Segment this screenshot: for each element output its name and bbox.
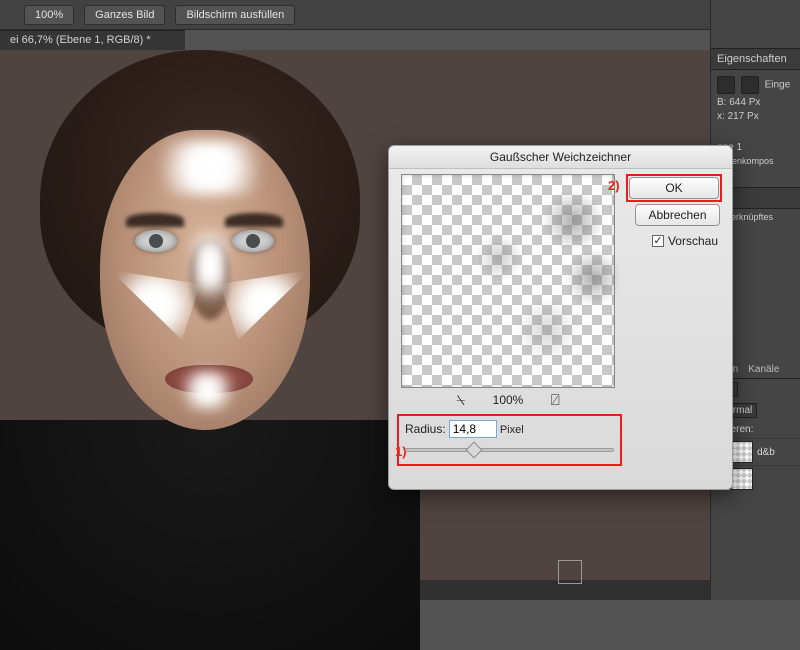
options-bar: 100% Ganzes Bild Bildschirm ausfüllen — [0, 0, 800, 30]
radius-label: Radius: — [405, 422, 446, 436]
x-value: 217 Px — [728, 111, 759, 122]
crop-overlay-icon — [558, 560, 582, 584]
x-label: x: — [717, 111, 725, 122]
einge-label: Einge — [765, 80, 791, 91]
highlight-chin — [180, 370, 235, 410]
ok-button[interactable]: OK — [629, 177, 719, 199]
b-label: B: — [717, 97, 726, 108]
b-value: 644 Px — [729, 97, 760, 108]
slider-thumb-icon[interactable] — [466, 442, 483, 459]
fill-screen-button[interactable]: Bildschirm ausfüllen — [175, 5, 295, 25]
highlight-forehead — [150, 140, 270, 195]
cancel-button[interactable]: Abbrechen — [635, 204, 720, 226]
mask-icon[interactable] — [741, 76, 759, 94]
preview-panel[interactable] — [401, 174, 615, 388]
eyebrow-left — [126, 213, 184, 227]
radius-slider[interactable] — [405, 448, 614, 452]
annotation-2: 2) — [608, 178, 620, 193]
radius-group: Radius: Pixel 1) — [397, 414, 622, 466]
zoom-row: ⍀ 100% ⍁ — [401, 392, 615, 410]
whole-image-button[interactable]: Ganzes Bild — [84, 5, 165, 25]
eye-right — [232, 230, 274, 252]
live-shape-icon[interactable] — [717, 76, 735, 94]
shirt-shape — [0, 420, 420, 650]
layer-label: d&b — [757, 447, 775, 458]
tab-kanale[interactable]: Kanäle — [743, 361, 784, 378]
eye-left — [135, 230, 177, 252]
zoom-pct: 100% — [493, 393, 524, 407]
dialog-title: Gaußscher Weichzeichner — [389, 146, 732, 169]
preview-checkbox[interactable]: ✓ — [652, 235, 664, 247]
zoom-out-icon[interactable]: ⍀ — [456, 393, 465, 409]
properties-header[interactable]: Eigenschaften — [711, 48, 800, 70]
ok-annotation-box: 2) OK — [626, 174, 722, 202]
gaussian-blur-dialog: Gaußscher Weichzeichner ⍀ 100% ⍁ Radius:… — [388, 145, 733, 490]
layer-thumbnail — [731, 468, 753, 490]
zoom-button[interactable]: 100% — [24, 5, 74, 25]
radius-input[interactable] — [449, 420, 497, 438]
document-tab[interactable]: ei 66,7% (Ebene 1, RGB/8) * — [0, 30, 185, 50]
preview-label: Vorschau — [668, 234, 718, 248]
zoom-in-icon[interactable]: ⍁ — [551, 393, 560, 409]
eyebrow-right — [225, 213, 283, 227]
layer-thumbnail — [731, 441, 753, 463]
radius-unit: Pixel — [500, 424, 524, 436]
highlight-nose — [195, 220, 225, 310]
preview-checkbox-row[interactable]: ✓ Vorschau — [652, 234, 718, 248]
